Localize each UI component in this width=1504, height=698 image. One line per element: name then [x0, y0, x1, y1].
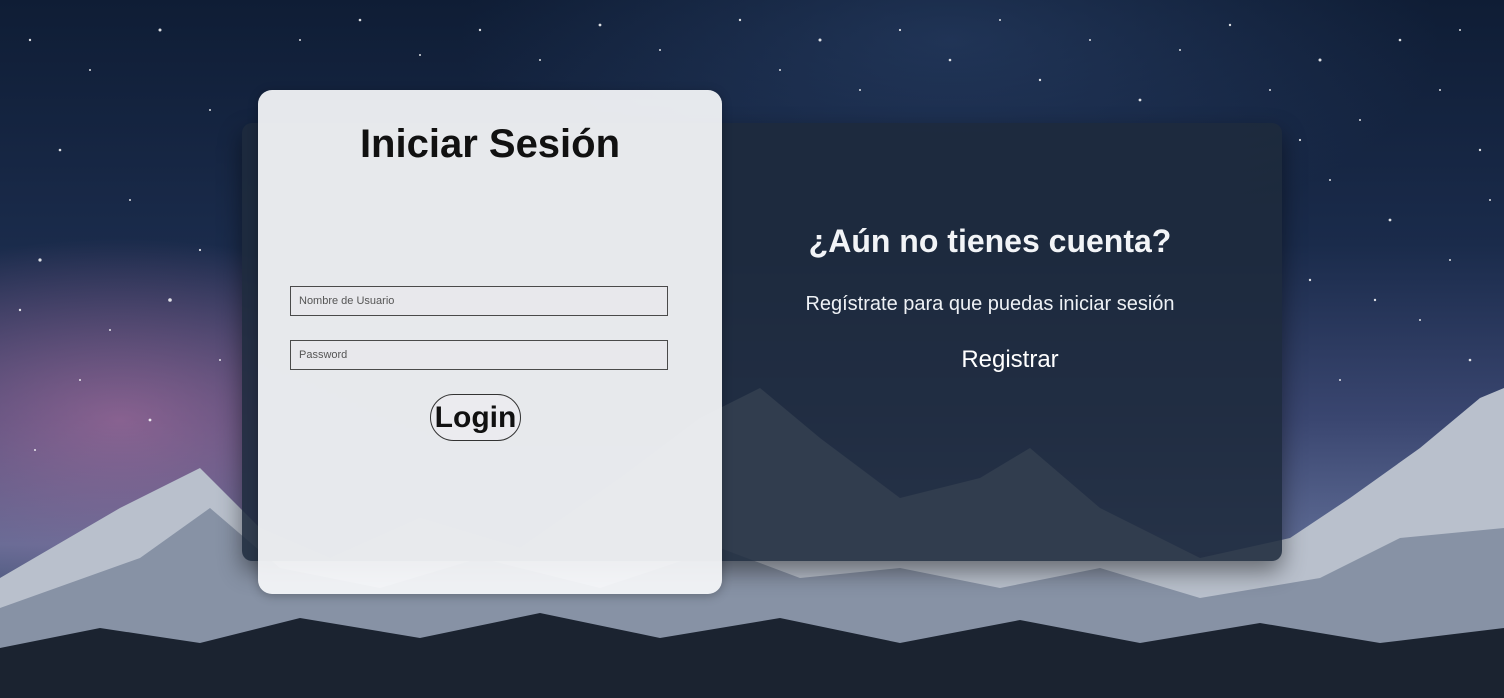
login-title: Iniciar Sesión [359, 122, 621, 166]
register-title: ¿Aún no tienes cuenta? [808, 223, 1172, 259]
login-button[interactable]: Login [430, 394, 521, 441]
login-card: Iniciar Sesión Login [258, 90, 722, 594]
background-scene: ¿Aún no tienes cuenta? Regístrate para q… [0, 0, 1504, 698]
register-description: Regístrate para que puedas iniciar sesió… [805, 293, 1175, 315]
register-button[interactable]: Registrar [910, 343, 1110, 377]
register-section: ¿Aún no tienes cuenta? Regístrate para q… [720, 123, 1282, 561]
username-input[interactable] [290, 286, 668, 316]
password-input[interactable] [290, 340, 668, 370]
